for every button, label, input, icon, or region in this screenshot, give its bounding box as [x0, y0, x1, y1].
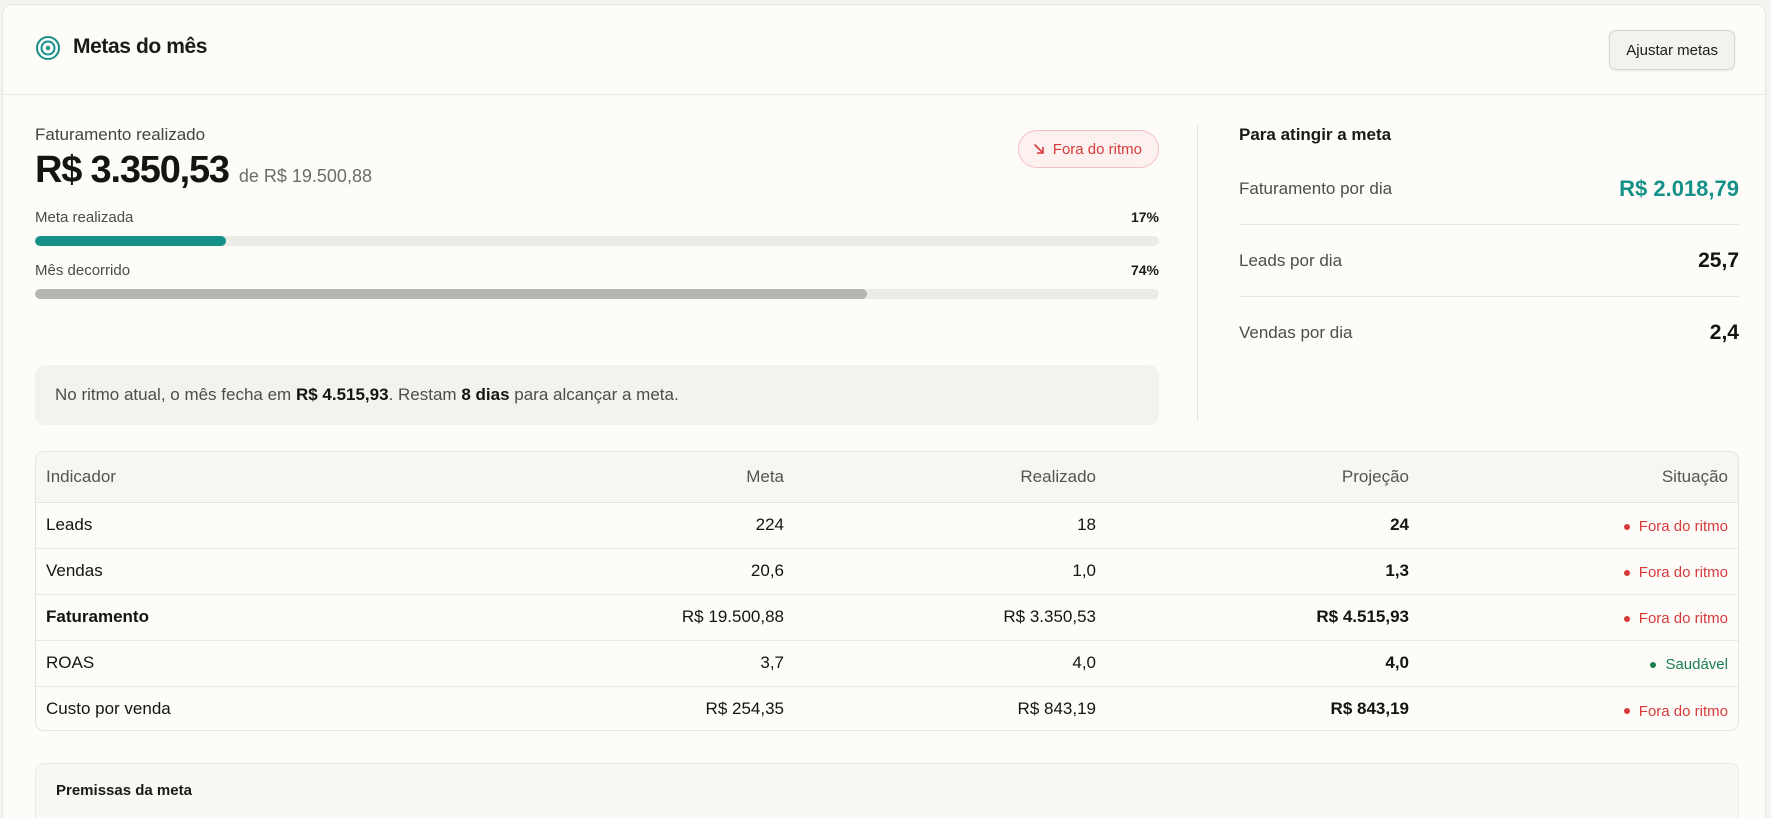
status-dot — [1623, 708, 1630, 714]
arrow-down-right-icon — [1033, 144, 1044, 154]
summary-middle: . Restam — [388, 385, 462, 404]
target-row-label: Vendas por dia — [1239, 323, 1353, 342]
month-progress: Mês decorrido 74% — [35, 262, 1159, 299]
status-dot — [1623, 523, 1630, 530]
target-section: Para atingir a meta Faturamento por dia … — [1239, 125, 1739, 369]
col-header-projecao: Projeção — [1106, 452, 1419, 503]
summary-prefix: No ritmo atual, o mês fecha em — [55, 385, 296, 404]
status-label: Fora do ritmo — [1638, 518, 1728, 536]
cell-indicator: ROAS — [36, 640, 471, 687]
table-row: ROAS 3,7 4,0 4,0 Saudável — [36, 640, 1738, 687]
projection-summary: No ritmo atual, o mês fecha em R$ 4.515,… — [35, 365, 1159, 425]
table-row: Faturamento R$ 19.500,88 R$ 3.350,53 R$ … — [36, 594, 1738, 641]
table-header-row: Indicador Meta Realizado Projeção Situaç… — [36, 452, 1738, 503]
indicators-table: Indicador Meta Realizado Projeção Situaç… — [35, 451, 1739, 731]
cell-meta: 20,6 — [471, 548, 794, 595]
page-title: Metas do mês — [73, 35, 208, 58]
vertical-divider — [1197, 125, 1198, 421]
cell-realizado: R$ 3.350,53 — [794, 594, 1106, 641]
cell-projecao: R$ 4.515,93 — [1106, 594, 1419, 641]
cell-realizado: R$ 843,19 — [1017, 699, 1096, 719]
revenue-value: R$ 3.350,53 — [35, 149, 230, 191]
cell-situacao: Fora do ritmo — [1419, 594, 1738, 641]
cell-projecao: R$ 843,19 — [1330, 699, 1409, 719]
month-progress-label: Mês decorrido — [35, 262, 131, 279]
cell-situacao: Fora do ritmo — [1419, 502, 1738, 549]
cell-realizado: 18 — [794, 502, 1106, 549]
target-icon — [36, 36, 60, 60]
cell-indicator: Faturamento — [36, 594, 471, 641]
card-header: Metas do mês Ajustar metas — [3, 5, 1765, 95]
cell-situacao: Saudável — [1419, 640, 1738, 687]
target-row: Vendas por dia 2,4 — [1239, 297, 1739, 369]
month-progress-fill — [35, 289, 867, 299]
cell-projecao: 24 — [1106, 502, 1419, 549]
target-row-value: 25,7 — [1698, 248, 1739, 272]
target-row-value: R$ 2.018,79 — [1619, 175, 1739, 201]
cell-projecao: 1,3 — [1106, 548, 1419, 595]
cell-realizado: 4,0 — [794, 640, 1106, 687]
target-row-value: 2,4 — [1709, 321, 1739, 344]
goal-assumptions: Premissas da meta — [35, 763, 1739, 818]
target-row-label: Leads por dia — [1239, 250, 1343, 270]
table-row: Vendas 20,6 1,0 1,3 Fora do ritmo — [36, 548, 1738, 595]
cell-indicator: Vendas — [36, 548, 471, 595]
goal-progress-fill — [35, 236, 227, 246]
col-header-situacao: Situação — [1419, 452, 1738, 503]
status-label: Fora do ritmo — [1638, 702, 1728, 720]
cell-indicator: Leads — [36, 502, 471, 549]
month-progress-track — [35, 289, 1159, 299]
cell-meta: R$ 254,35 — [705, 699, 784, 719]
goal-progress-label: Meta realizada — [35, 209, 134, 226]
status-label: Saudável — [1665, 656, 1728, 674]
cell-realizado: 1,0 — [794, 548, 1106, 595]
cell-meta: 224 — [471, 502, 794, 549]
summary-projection: R$ 4.515,93 — [295, 385, 389, 404]
col-header-meta: Meta — [471, 452, 794, 503]
revenue-goal: de R$ 19.500,88 — [238, 166, 372, 186]
revenue-section: Faturamento realizado R$ 3.350,53 de R$ … — [35, 125, 1159, 425]
cell-projecao: 4,0 — [1106, 640, 1419, 687]
cell-meta: R$ 19.500,88 — [471, 594, 794, 641]
status-label: Fora do ritmo — [1638, 564, 1728, 582]
col-header-indicator: Indicador — [36, 452, 471, 503]
status-badge-label: Fora do ritmo — [1052, 140, 1142, 158]
adjust-goals-button[interactable]: Ajustar metas — [1609, 30, 1735, 70]
summary-suffix: para alcançar a meta. — [509, 385, 679, 404]
status-badge: Fora do ritmo — [1017, 130, 1159, 168]
assumptions-title: Premissas da meta — [56, 782, 192, 799]
cell-meta: 3,7 — [471, 640, 794, 687]
target-row: Faturamento por dia R$ 2.018,79 — [1239, 153, 1739, 225]
col-header-realizado: Realizado — [794, 452, 1106, 503]
table-row: Leads 224 18 24 Fora do ritmo — [36, 502, 1738, 549]
target-row-label: Faturamento por dia — [1239, 178, 1393, 198]
goal-progress: Meta realizada 17% — [35, 209, 1159, 246]
status-label: Fora do ritmo — [1638, 610, 1728, 628]
cell-indicator: Custo por venda — [46, 699, 171, 719]
goal-progress-percent: 17% — [1130, 209, 1159, 225]
goal-progress-track — [35, 236, 1159, 246]
cell-situacao: Fora do ritmo — [1419, 548, 1738, 595]
cell-situacao: Fora do ritmo — [1419, 686, 1738, 730]
revenue-label: Faturamento realizado — [35, 125, 206, 144]
month-progress-percent: 74% — [1130, 262, 1159, 278]
target-title: Para atingir a meta — [1239, 125, 1392, 144]
target-row: Leads por dia 25,7 — [1239, 225, 1739, 297]
summary-days: 8 dias — [461, 385, 510, 404]
goals-card: Metas do mês Ajustar metas Faturamento r… — [2, 4, 1766, 818]
status-dot — [1623, 569, 1630, 576]
status-dot — [1650, 661, 1657, 668]
status-dot — [1623, 615, 1630, 622]
table-row: Custo por venda R$ 254,35 R$ 843,19 R$ 8… — [36, 686, 1738, 730]
